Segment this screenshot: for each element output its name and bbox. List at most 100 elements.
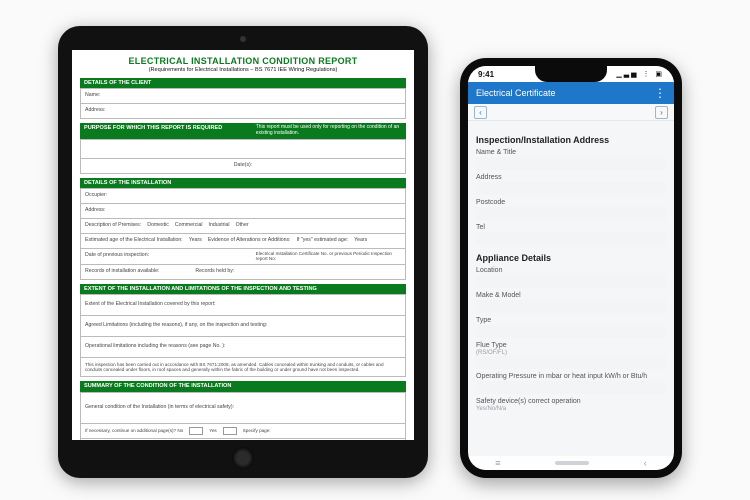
toolbar: ‹ › [468,104,674,121]
specify-label: Specify page: [243,428,271,433]
label-type: Type [476,317,666,324]
label-operating-pressure: Operating Pressure in mbar or heat input… [476,373,666,380]
toolbar-back-button[interactable]: ‹ [474,106,487,119]
tablet-camera [240,36,246,42]
label-name-title: Name & Title [476,149,666,156]
client-name-row[interactable]: Name: [80,88,406,104]
field-tel[interactable]: Tel [476,224,666,245]
field-address[interactable]: Address [476,174,666,195]
premises-domestic: Domestic [147,223,169,229]
input-flue-type[interactable] [476,356,666,369]
section-purpose-label: PURPOSE FOR WHICH THIS REPORT IS REQUIRE… [84,125,222,137]
input-name-title[interactable] [476,157,666,170]
purpose-note: This report must be used only for report… [256,125,402,137]
general-condition-row[interactable]: General condition of the Installation (i… [80,392,406,424]
section-client-label: DETAILS OF THE CLIENT [84,80,151,86]
field-postcode[interactable]: Postcode [476,199,666,220]
nav-recent-icon[interactable]: ≡ [495,458,500,468]
input-tel[interactable] [476,232,666,245]
install-address-row[interactable]: Address: [80,204,406,219]
status-icons: ▁▃▅ ⋮ ▣ [616,70,664,78]
android-nav-bar: ≡ ‹ [468,456,674,470]
age-evidence-row[interactable]: Estimated age of the Electrical Installa… [80,234,406,249]
field-safety-devices[interactable]: Safety device(s) correct operation Yes/N… [476,398,666,412]
section-extent: EXTENT OF THE INSTALLATION AND LIMITATIO… [80,284,406,294]
phone-notch [535,66,607,82]
field-make-model[interactable]: Make & Model [476,292,666,313]
estimated-age-label: Estimated age of the Electrical Installa… [85,238,183,244]
input-postcode[interactable] [476,207,666,220]
field-operating-pressure[interactable]: Operating Pressure in mbar or heat input… [476,373,666,394]
continue-no-box[interactable] [189,427,203,435]
prev-inspection-label: Date of previous inspection: [85,253,149,259]
desc-premises-label: Description of Premises: [85,223,141,229]
label-make-model: Make & Model [476,292,666,299]
scroll-content[interactable]: Inspection/Installation Address Name & T… [468,121,674,430]
client-address-row[interactable]: Address: [80,104,406,119]
app-bar: Electrical Certificate ⋮ [468,82,674,104]
records-held-by-label: Records held by: [195,269,234,275]
premises-commercial: Commercial [175,223,203,229]
records-available-label: Records of installation available: [85,269,159,275]
evidence-label: Evidence of Alterations or Additions: [208,238,291,244]
kebab-menu-icon[interactable]: ⋮ [654,87,666,99]
section-summary: SUMMARY OF THE CONDITION OF THE INSTALLA… [80,381,406,391]
field-flue-type[interactable]: Flue Type (RS/OF/FL) [476,342,666,369]
field-location[interactable]: Location [476,267,666,288]
nav-home-pill[interactable] [555,461,589,465]
section-installation-label: DETAILS OF THE INSTALLATION [84,180,171,186]
premises-other: Other [236,223,249,229]
label-safety-devices: Safety device(s) correct operation [476,398,666,405]
continue-label: If necessary, continue on additional pag… [85,428,183,433]
agreed-limitations-label: Agreed Limitations (including the reason… [85,323,267,329]
client-name-label: Name: [85,93,100,99]
extent-row[interactable]: Extent of the Electrical Installation co… [80,294,406,316]
label-address: Address [476,174,666,181]
premises-row[interactable]: Description of Premises: Domestic Commer… [80,219,406,234]
years-label-2: Years [354,238,367,244]
client-address-label: Address: [85,108,105,114]
prev-inspection-row[interactable]: Date of previous inspection: Electrical … [80,249,406,265]
tablet-home-button[interactable] [232,447,254,469]
install-address-label: Address: [85,208,105,214]
premises-industrial: Industrial [209,223,230,229]
continue-row[interactable]: If necessary, continue on additional pag… [80,424,406,439]
operational-limitations-row[interactable]: Operational limitations including the re… [80,337,406,358]
section-client: DETAILS OF THE CLIENT [80,78,406,88]
phone-device: 9:41 ▁▃▅ ⋮ ▣ Electrical Certificate ⋮ ‹ … [460,58,682,478]
input-address[interactable] [476,182,666,195]
section-summary-label: SUMMARY OF THE CONDITION OF THE INSTALLA… [84,383,231,389]
field-type[interactable]: Type [476,317,666,338]
occupier-row[interactable]: Occupier: [80,188,406,204]
input-location[interactable] [476,275,666,288]
field-name-title[interactable]: Name & Title [476,149,666,170]
form-subtitle: (Requirements for Electrical Installatio… [80,67,406,73]
continue-yes-box[interactable] [223,427,237,435]
label-postcode: Postcode [476,199,666,206]
overall-row: Overall assessment of the installation: … [80,439,406,440]
toolbar-forward-button[interactable]: › [655,106,668,119]
records-row[interactable]: Records of installation available: Recor… [80,265,406,280]
hint-safety-devices: Yes/No/N/a [476,406,666,412]
purpose-date-row[interactable]: Date(s): [80,159,406,174]
section-extent-label: EXTENT OF THE INSTALLATION AND LIMITATIO… [84,286,317,292]
agreed-limitations-row[interactable]: Agreed Limitations (including the reason… [80,316,406,337]
if-yes-label: If "yes" estimated age: [297,238,349,244]
section-appliance-title: Appliance Details [476,253,666,263]
purpose-row[interactable] [80,139,406,159]
extent-label: Extent of the Electrical Installation co… [85,302,216,308]
label-location: Location [476,267,666,274]
input-operating-pressure[interactable] [476,381,666,394]
input-type[interactable] [476,325,666,338]
label-flue-type: Flue Type [476,342,666,349]
nav-back-icon[interactable]: ‹ [644,458,647,468]
stage: ELECTRICAL INSTALLATION CONDITION REPORT… [0,0,750,500]
section-address-title: Inspection/Installation Address [476,135,666,145]
occupier-label: Occupier: [85,193,107,199]
input-make-model[interactable] [476,300,666,313]
bs-note: This inspection has been carried out in … [85,362,401,373]
yes-label: Yes [209,428,217,433]
tablet-device: ELECTRICAL INSTALLATION CONDITION REPORT… [58,26,428,478]
form-title: ELECTRICAL INSTALLATION CONDITION REPORT [80,56,406,66]
tablet-screen: ELECTRICAL INSTALLATION CONDITION REPORT… [72,50,414,440]
